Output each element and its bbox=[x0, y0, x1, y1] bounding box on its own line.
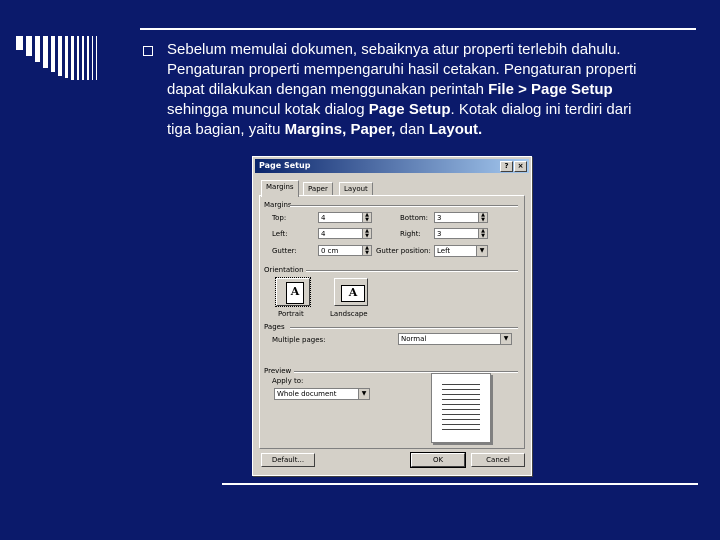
landscape-option[interactable]: A bbox=[334, 278, 368, 306]
bottom-margin-spinner[interactable]: ▲ ▼ bbox=[478, 212, 488, 223]
right-margin-input[interactable]: 3 bbox=[434, 228, 478, 239]
gutter-spinner[interactable]: ▲ ▼ bbox=[362, 245, 372, 256]
bold-term: Page Setup bbox=[368, 101, 451, 118]
text-line: tiga bagian, yaitu bbox=[167, 121, 285, 138]
page-setup-dialog: Page Setup ? × Margins Paper Layout Marg… bbox=[252, 156, 532, 476]
chevron-down-icon: ▼ bbox=[358, 389, 369, 399]
text-line: Pengaturan properti mempengaruhi hasil c… bbox=[167, 61, 637, 78]
preview-line bbox=[442, 399, 480, 400]
preview-line bbox=[442, 389, 480, 390]
left-margin-input[interactable]: 4 bbox=[318, 228, 362, 239]
apply-to-select[interactable]: Whole document ▼ bbox=[274, 388, 370, 400]
bottom-margin-input[interactable]: 3 bbox=[434, 212, 478, 223]
bold-term: Margins, Paper, bbox=[284, 121, 396, 138]
right-label: Right: bbox=[400, 230, 421, 238]
orientation-group-label: Orientation bbox=[264, 266, 304, 274]
preview-line bbox=[442, 429, 480, 430]
text-line: Sebelum memulai dokumen, sebaiknya atur … bbox=[167, 41, 621, 58]
group-divider bbox=[290, 205, 518, 207]
tab-margins[interactable]: Margins bbox=[261, 180, 299, 197]
portrait-option[interactable]: A bbox=[275, 277, 311, 307]
left-margin-spinner[interactable]: ▲ ▼ bbox=[362, 228, 372, 239]
landscape-page-icon: A bbox=[341, 285, 365, 302]
preview-line bbox=[442, 394, 480, 395]
gutter-position-select[interactable]: Left ▼ bbox=[434, 245, 488, 257]
left-label: Left: bbox=[272, 230, 288, 238]
gutter-input[interactable]: 0 cm bbox=[318, 245, 362, 256]
preview-line bbox=[442, 409, 480, 410]
right-margin-spinner[interactable]: ▲ ▼ bbox=[478, 228, 488, 239]
tab-layout[interactable]: Layout bbox=[339, 182, 373, 196]
group-divider bbox=[306, 270, 518, 272]
gutter-label: Gutter: bbox=[272, 247, 297, 255]
tab-paper[interactable]: Paper bbox=[303, 182, 333, 196]
dialog-title: Page Setup bbox=[259, 161, 311, 170]
decorative-bars bbox=[16, 36, 136, 82]
gutter-position-label: Gutter position: bbox=[376, 247, 431, 255]
preview-line bbox=[442, 424, 480, 425]
apply-to-value: Whole document bbox=[277, 390, 337, 398]
preview-group-label: Preview bbox=[264, 367, 292, 375]
top-divider bbox=[140, 28, 696, 30]
top-margin-input[interactable]: 4 bbox=[318, 212, 362, 223]
close-button[interactable]: × bbox=[514, 161, 527, 172]
multiple-pages-value: Normal bbox=[401, 335, 427, 343]
preview-line bbox=[442, 419, 480, 420]
margins-group-label: Margins bbox=[264, 201, 292, 209]
portrait-label: Portrait bbox=[278, 310, 304, 318]
bold-term: File > Page Setup bbox=[488, 81, 613, 98]
preview-line bbox=[442, 404, 480, 405]
group-divider bbox=[290, 327, 518, 329]
text-line: dapat dilakukan dengan menggunakan perin… bbox=[167, 81, 489, 98]
pages-group-label: Pages bbox=[264, 323, 285, 331]
portrait-page-icon: A bbox=[286, 282, 304, 304]
multiple-pages-select[interactable]: Normal ▼ bbox=[398, 333, 512, 345]
chevron-down-icon: ▼ bbox=[500, 334, 511, 344]
preview-line bbox=[442, 414, 480, 415]
top-label: Top: bbox=[272, 214, 287, 222]
default-button[interactable]: Default... bbox=[261, 453, 315, 467]
apply-to-label: Apply to: bbox=[272, 377, 304, 385]
help-button[interactable]: ? bbox=[500, 161, 513, 172]
text-line: sehingga muncul kotak dialog bbox=[167, 101, 369, 118]
bold-term: Layout. bbox=[428, 121, 483, 138]
chevron-down-icon: ▼ bbox=[476, 246, 487, 256]
dialog-titlebar: Page Setup ? × bbox=[255, 159, 529, 173]
bullet-paragraph: Sebelum memulai dokumen, sebaiknya atur … bbox=[167, 40, 687, 140]
page-preview bbox=[431, 373, 491, 443]
cancel-button[interactable]: Cancel bbox=[471, 453, 525, 467]
gutter-position-value: Left bbox=[437, 247, 451, 255]
bottom-divider bbox=[222, 483, 698, 485]
landscape-label: Landscape bbox=[330, 310, 368, 318]
text-line: dan bbox=[395, 121, 429, 138]
top-margin-spinner[interactable]: ▲ ▼ bbox=[362, 212, 372, 223]
multiple-pages-label: Multiple pages: bbox=[272, 336, 326, 344]
bullet-square-icon bbox=[143, 46, 153, 56]
ok-button[interactable]: OK bbox=[410, 452, 466, 468]
text-line: . Kotak dialog ini terdiri dari bbox=[450, 101, 632, 118]
preview-line bbox=[442, 384, 480, 385]
bottom-label: Bottom: bbox=[400, 214, 429, 222]
